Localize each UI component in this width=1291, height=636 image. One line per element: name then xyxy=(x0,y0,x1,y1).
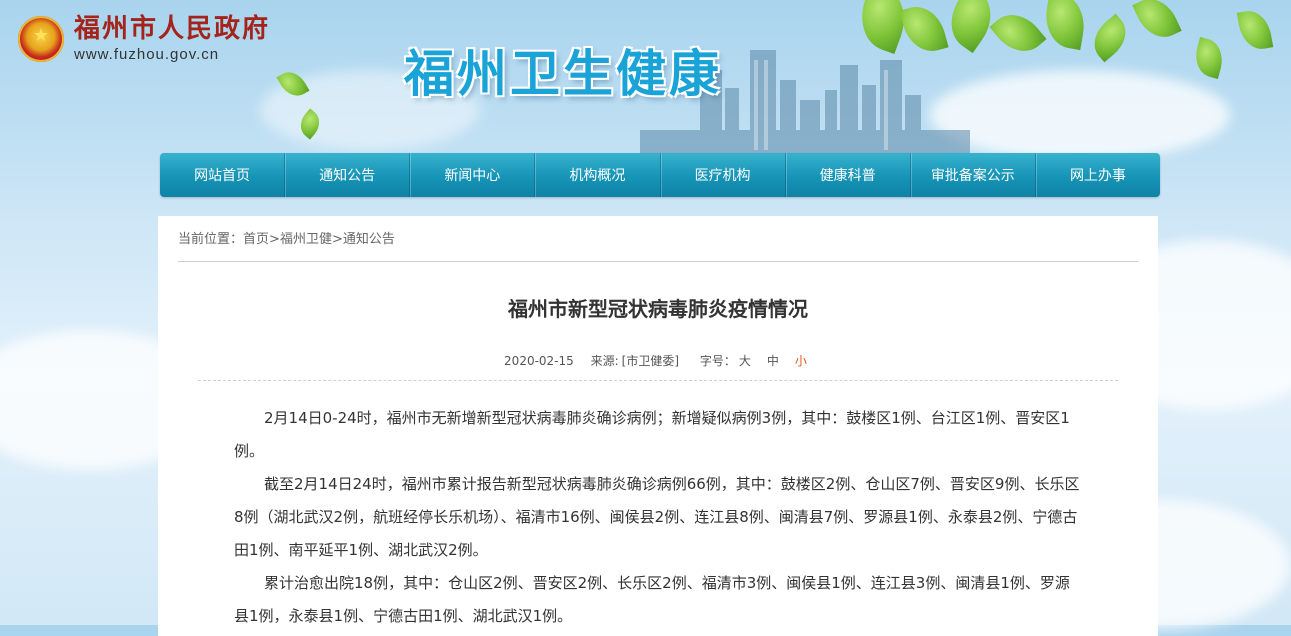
font-size-label: 字号： xyxy=(699,354,736,368)
breadcrumb-notices-link[interactable]: 通知公告 xyxy=(343,232,395,247)
article-paragraph: 2月14日0-24时，福州市无新增新型冠状病毒肺炎确诊病例；新增疑似病例3例，其… xyxy=(234,409,1070,460)
leaf-decoration xyxy=(1085,13,1135,63)
leaf-decoration xyxy=(989,3,1047,63)
breadcrumb-fuzhou-health-link[interactable]: 福州卫健 xyxy=(280,232,332,247)
leaf-decoration xyxy=(1190,36,1228,80)
leaf-decoration xyxy=(1040,0,1090,51)
leaf-decoration xyxy=(1132,0,1182,46)
gov-logo[interactable]: 福州市人民政府 www.fuzhou.gov.cn xyxy=(18,14,270,63)
article-body: 2月14日0-24时，福州市无新增新型冠状病毒肺炎确诊病例；新增疑似病例3例，其… xyxy=(234,402,1084,633)
nav-item-news[interactable]: 新闻中心 xyxy=(410,153,536,197)
nav-item-medical-institutions[interactable]: 医疗机构 xyxy=(661,153,786,197)
nav-item-notices[interactable]: 通知公告 xyxy=(285,153,411,197)
article-meta: 2020-02-15 来源: [市卫健委] 字号：大 中 小 xyxy=(158,352,1158,369)
font-size-small-button[interactable]: 小 xyxy=(795,354,807,368)
article-date: 2020-02-15 xyxy=(504,354,574,368)
breadcrumb: 当前位置：首页>福州卫健>通知公告 xyxy=(178,228,395,247)
article-title: 福州市新型冠状病毒肺炎疫情情况 xyxy=(508,297,808,321)
nav-item-home[interactable]: 网站首页 xyxy=(160,153,286,197)
nav-item-organization[interactable]: 机构概况 xyxy=(535,153,661,197)
source-label: 来源: xyxy=(590,354,619,368)
divider xyxy=(178,261,1138,262)
cloud-decoration xyxy=(930,70,1230,160)
breadcrumb-prefix: 当前位置： xyxy=(178,232,244,247)
main-nav: 网站首页 通知公告 新闻中心 机构概况 医疗机构 健康科普 审批备案公示 网上办… xyxy=(160,153,1160,197)
dashed-divider xyxy=(198,380,1118,381)
breadcrumb-home-link[interactable]: 首页 xyxy=(243,232,269,247)
breadcrumb-separator: > xyxy=(331,232,343,247)
article-source: [市卫健委] xyxy=(621,354,680,368)
font-size-large-button[interactable]: 大 xyxy=(739,354,751,368)
font-size-medium-button[interactable]: 中 xyxy=(767,354,779,368)
leaf-decoration xyxy=(1236,7,1274,53)
nav-item-approval-publicity[interactable]: 审批备案公示 xyxy=(911,153,1036,197)
national-emblem-icon xyxy=(18,15,64,62)
article-paragraph: 累计治愈出院18例，其中：仓山区2例、晋安区2例、长乐区2例、福清市3例、闽侯县… xyxy=(234,574,1070,625)
breadcrumb-separator: > xyxy=(269,232,280,247)
site-title: 福州卫生健康 xyxy=(404,45,722,103)
gov-title: 福州市人民政府 xyxy=(74,14,271,44)
nav-item-health-science[interactable]: 健康科普 xyxy=(786,153,911,197)
gov-url: www.fuzhou.gov.cn xyxy=(74,46,220,63)
article-paragraph: 截至2月14日24时，福州市累计报告新型冠状病毒肺炎确诊病例66例，其中：鼓楼区… xyxy=(234,475,1080,559)
content-panel: 当前位置：首页>福州卫健>通知公告 福州市新型冠状病毒肺炎疫情情况 2020-0… xyxy=(158,216,1158,636)
nav-item-online-services[interactable]: 网上办事 xyxy=(1036,153,1160,197)
